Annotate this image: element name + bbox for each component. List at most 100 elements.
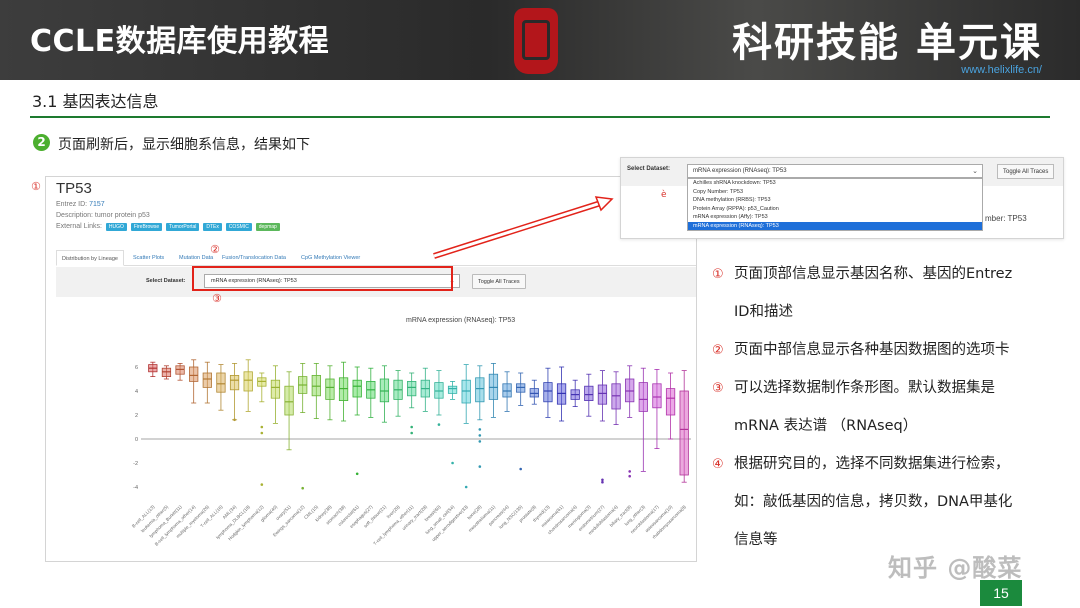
note-line-2: ID和描述 [712,300,793,321]
box-outlier-point [478,465,482,468]
course-title: CCLE数据库使用教程 [30,24,330,59]
page-number: 15 [980,580,1022,606]
y-tick-label: -2 [133,461,138,467]
box-outlier-point [260,483,264,486]
marker-1: ① [31,180,41,193]
inset-select-value: mRNA expression (RNAseq): TP53 [693,168,787,174]
box-outlier-point [628,470,631,473]
note-text: mRNA 表达谱 （RNAseq） [734,418,918,434]
inset-select-label: Select Dataset: [627,166,671,172]
box-outlier-point [478,434,482,437]
y-tick-label: 2 [135,413,138,419]
box-iqr [229,374,240,391]
box-outlier-point [519,467,522,471]
note-number: ② [712,343,724,358]
box-outlier-point [355,472,359,476]
box-iqr [556,383,567,405]
ccle-gene-panel: TP53 Entrez ID: 7157 Description: tumor … [45,176,697,562]
note-line-6: ④ 根据研究目的，选择不同数据集进行检索， [712,452,1010,473]
box-iqr [461,379,471,404]
box-plot: -4-20246B-cell_ALL(13)leukemia_other(5)l… [131,359,691,547]
note-line-8: 信息等 [712,528,778,549]
box-iqr [543,382,553,403]
box-iqr [679,390,689,476]
box-iqr [652,383,662,409]
box-outlier-point [437,423,441,426]
box-outlier-point [478,428,482,431]
box-outlier-point [464,485,468,489]
box-iqr [516,383,526,393]
box-outlier-point [478,440,482,443]
note-text: 可以选择数据制作条形图。默认数据集是 [734,380,995,396]
box-iqr [407,380,417,397]
note-line-5: mRNA 表达谱 （RNAseq） [712,414,917,435]
box-iqr [216,372,226,393]
box-outlier-point [601,478,604,482]
section-title: 3.1 基因表达信息 [32,92,159,111]
dataset-option[interactable]: DNA methylation (RRBS): TP53 [688,196,982,205]
seal-logo [514,8,558,74]
inset-partial-text: mber: TP53 [985,214,1027,223]
chevron-down-icon: ⌄ [972,168,978,175]
box-iqr [311,374,321,397]
box-iqr [325,378,335,400]
site-url[interactable]: www.helixlife.cn/ [961,64,1042,76]
box-outlier-point [260,425,264,429]
dataset-option-selected[interactable]: mRNA expression (RNAseq): TP53 [688,221,982,230]
box-outlier-point [628,474,631,478]
y-tick-label: 0 [135,437,138,443]
box-outlier-point [301,486,304,490]
dataset-dropdown-inset: Select Dataset: mRNA expression (RNAseq)… [620,157,1064,239]
inset-toggle-all-traces-button[interactable]: Toggle All Traces [997,164,1055,179]
note-line-3: ② 页面中部信息显示各种基因数据图的选项卡 [712,338,1010,359]
step-badge: 2 [33,134,50,151]
y-tick-label: -4 [133,485,138,491]
box-outlier-point [451,461,454,465]
dataset-option[interactable]: Achilles shRNA knockdown: TP53 [688,179,982,188]
note-text: 如：敲低基因的信息，拷贝数，DNA甲基化 [734,494,1013,510]
box-iqr [597,384,608,405]
zhihu-watermark: 知乎 @酸菜 [888,554,1023,582]
box-iqr [447,385,458,394]
box-iqr [665,388,676,416]
box-iqr [189,366,199,382]
box-iqr [243,371,253,392]
y-tick-label: 6 [135,365,138,371]
box-iqr [338,377,349,402]
box-iqr [638,382,648,412]
note-number: ④ [712,457,724,472]
note-number: ① [712,267,724,282]
note-text: 根据研究目的，选择不同数据集进行检索， [734,456,1010,472]
header-banner: CCLE数据库使用教程 科研技能 单元课 www.helixlife.cn/ [0,0,1080,80]
box-iqr [257,377,267,387]
box-iqr [584,385,594,401]
seal-glyph-icon [522,20,550,60]
note-number: ③ [712,381,724,396]
box-iqr [352,379,362,398]
box-outlier-point [260,431,264,435]
section-divider [30,116,1050,118]
dataset-option[interactable]: mRNA expression (Affy): TP53 [688,213,982,222]
box-iqr [284,385,294,416]
box-iqr [475,377,485,403]
step-text: 页面刷新后，显示细胞系信息，结果如下 [58,137,310,153]
inset-e-mark: è [661,190,667,200]
dataset-option[interactable]: Copy Number: TP53 [688,188,982,197]
note-line-1: ① 页面顶部信息显示基因名称、基因的Entrez [712,262,1012,283]
note-line-4: ③ 可以选择数据制作条形图。默认数据集是 [712,376,995,397]
unit-title: 科研技能 单元课 [732,20,1042,66]
box-iqr [175,365,185,375]
note-text: 信息等 [734,532,778,548]
box-iqr [270,379,281,399]
box-iqr [202,372,212,388]
dataset-option[interactable]: Protein Array (RPPA): p53_Caution [688,205,982,214]
box-outlier-point [233,418,236,422]
box-outlier-point [410,431,413,435]
box-outlier-point [601,480,604,484]
note-text: 页面顶部信息显示基因名称、基因的Entrez [734,266,1013,282]
box-outlier-point [410,425,413,429]
inset-dataset-select[interactable]: mRNA expression (RNAseq): TP53 ⌄ [687,164,983,178]
note-line-7: 如：敲低基因的信息，拷贝数，DNA甲基化 [712,490,1012,511]
dataset-options-list: Achilles shRNA knockdown: TP53 Copy Numb… [687,178,983,231]
note-text: ID和描述 [734,304,793,320]
